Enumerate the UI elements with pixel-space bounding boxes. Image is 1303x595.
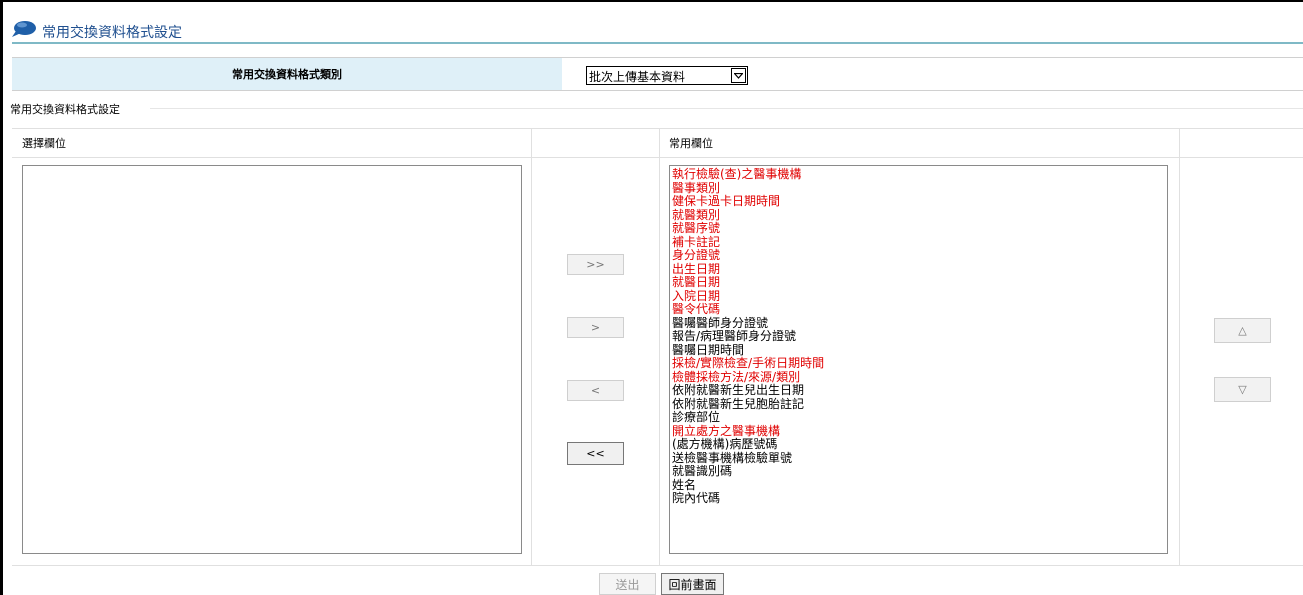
- order-buttons-header: [1179, 129, 1303, 158]
- column-divider: [659, 129, 660, 566]
- remove-button[interactable]: <: [567, 380, 624, 401]
- list-item[interactable]: 開立處方之醫事機構: [670, 424, 1167, 439]
- fieldset-legend: 常用交換資料格式設定: [10, 101, 124, 117]
- triangle-up-icon: △: [1238, 324, 1247, 337]
- selected-fields-header: 常用欄位: [659, 129, 1179, 158]
- selected-fields-list[interactable]: 執行檢驗(查)之醫事機構 醫事類別 健保卡過卡日期時間 就醫類別 就醫序號 補卡註記 身分證…: [669, 165, 1168, 554]
- category-select-value: 批次上傳基本資料: [589, 70, 686, 84]
- list-item[interactable]: 檢體採檢方法/來源/類別: [670, 370, 1167, 385]
- list-item[interactable]: 就醫類別: [670, 208, 1167, 223]
- chevron-down-icon[interactable]: [731, 68, 746, 83]
- category-label: 常用交換資料格式類別: [12, 58, 562, 90]
- list-item[interactable]: 補卡註記: [670, 235, 1167, 250]
- category-row: 常用交換資料格式類別 批次上傳基本資料: [12, 57, 1303, 91]
- list-item[interactable]: 醫囑日期時間: [670, 343, 1167, 358]
- list-item[interactable]: 出生日期: [670, 262, 1167, 277]
- add-all-button[interactable]: >>: [567, 254, 624, 275]
- footer-divider: [12, 565, 1303, 566]
- list-item[interactable]: 入院日期: [670, 289, 1167, 304]
- list-item[interactable]: 採檢/實際檢查/手術日期時間: [670, 356, 1167, 371]
- available-fields-header: 選擇欄位: [12, 129, 531, 158]
- speech-bubble-icon: [12, 21, 36, 37]
- list-item[interactable]: (處方機構)病歷號碼: [670, 437, 1167, 452]
- move-buttons-header: [531, 129, 659, 158]
- move-down-button[interactable]: ▽: [1214, 377, 1271, 402]
- back-button[interactable]: 回前畫面: [661, 573, 724, 595]
- list-item[interactable]: 姓名: [670, 478, 1167, 493]
- page-header: 常用交換資料格式設定: [12, 16, 1303, 44]
- category-select[interactable]: 批次上傳基本資料: [586, 66, 748, 85]
- page-title: 常用交換資料格式設定: [42, 25, 182, 41]
- triangle-down-icon: ▽: [1238, 383, 1247, 396]
- list-item[interactable]: 報告/病理醫師身分證號: [670, 329, 1167, 344]
- submit-button[interactable]: 送出: [599, 573, 656, 595]
- list-item[interactable]: 診療部位: [670, 410, 1167, 425]
- available-fields-list[interactable]: [22, 165, 522, 554]
- list-item[interactable]: 依附就醫新生兒出生日期: [670, 383, 1167, 398]
- move-up-button[interactable]: △: [1214, 318, 1271, 343]
- list-item[interactable]: 院內代碼: [670, 491, 1167, 506]
- add-button[interactable]: >: [567, 317, 624, 338]
- list-item[interactable]: 就醫日期: [670, 275, 1167, 290]
- list-item[interactable]: 送檢醫事機構檢驗單號: [670, 451, 1167, 466]
- list-item[interactable]: 健保卡過卡日期時間: [670, 194, 1167, 209]
- list-item[interactable]: 就醫識別碼: [670, 464, 1167, 479]
- list-item[interactable]: 就醫序號: [670, 221, 1167, 236]
- field-selector-grid: 選擇欄位 常用欄位 執行檢驗(查)之醫事機構 醫事類別 健保卡過卡日期時間 就醫類別就…: [12, 128, 1303, 566]
- list-item[interactable]: 身分證號: [670, 248, 1167, 263]
- column-divider: [531, 129, 532, 566]
- fieldset-divider: [150, 108, 1303, 109]
- list-item[interactable]: 醫事類別: [670, 181, 1167, 196]
- list-item[interactable]: 醫令代碼: [670, 302, 1167, 317]
- column-divider: [1179, 129, 1180, 566]
- remove-all-button[interactable]: <<: [567, 442, 624, 465]
- list-item[interactable]: 依附就醫新生兒胞胎註記: [670, 397, 1167, 412]
- list-item[interactable]: 執行檢驗(查)之醫事機構: [670, 167, 1167, 182]
- list-item[interactable]: 醫囑醫師身分證號: [670, 316, 1167, 331]
